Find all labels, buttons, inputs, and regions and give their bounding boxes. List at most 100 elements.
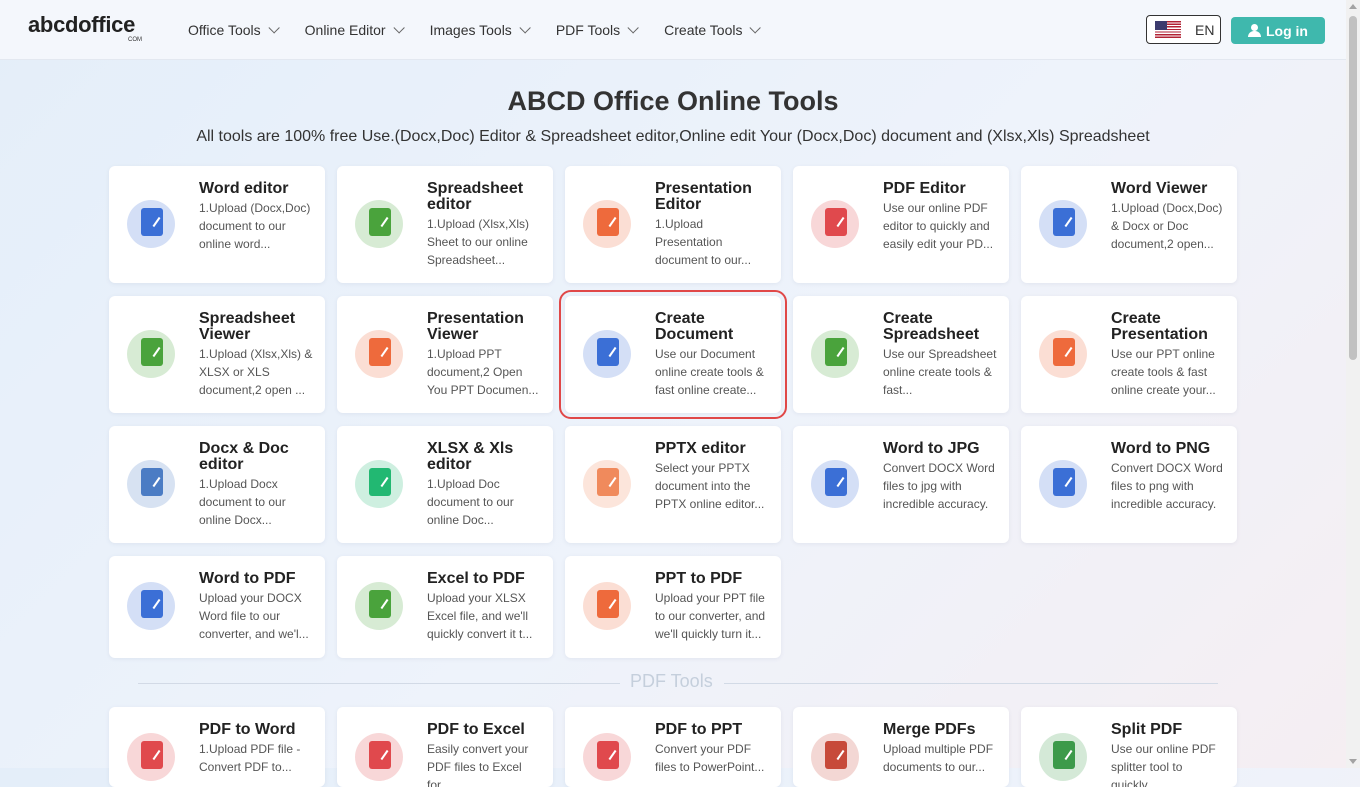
tool-card[interactable]: PDF Editor Use our online PDF editor to q… (793, 166, 1009, 283)
nav-office-tools[interactable]: Office Tools (188, 22, 280, 38)
tool-card[interactable]: Spreadsheet Viewer 1.Upload (Xlsx,Xls) & … (109, 296, 325, 413)
tool-card-title: Word editor (199, 180, 289, 197)
tool-card[interactable]: Presentation Editor 1.Upload Presentation… (565, 166, 781, 283)
chevron-down-icon (749, 22, 762, 34)
scroll-up-arrow-icon[interactable] (1349, 4, 1357, 9)
tool-card-title: Split PDF (1111, 721, 1183, 738)
tool-card[interactable]: PPTX editor Select your PPTX document int… (565, 426, 781, 543)
word-create-icon (583, 330, 631, 378)
tool-card-title: PPTX editor (655, 440, 746, 457)
nav-label: Online Editor (304, 22, 386, 38)
docx-edit-icon (127, 460, 175, 508)
pdf-to-ppt-icon (583, 733, 631, 781)
tool-card-description: Upload your XLSX Excel file, and we'll q… (427, 591, 533, 641)
tool-card-description: Convert your PDF files to PowerPoint... (655, 742, 765, 774)
tool-card[interactable]: Word editor 1.Upload (Docx,Doc) document … (109, 166, 325, 283)
scroll-thumb[interactable] (1349, 16, 1357, 360)
main-nav: Office Tools Online Editor Images Tools … (188, 0, 786, 60)
tool-card[interactable]: Word Viewer 1.Upload (Docx,Doc) & Docx or… (1021, 166, 1237, 283)
tool-card[interactable]: PPT to PDF Upload your PPT file to our co… (565, 556, 781, 658)
pdf-to-word-icon (127, 733, 175, 781)
nav-create-tools[interactable]: Create Tools (664, 22, 762, 38)
nav-label: Create Tools (664, 22, 743, 38)
tool-card[interactable]: PDF to PPT Convert your PDF files to Powe… (565, 707, 781, 787)
chevron-down-icon (627, 22, 639, 34)
excel-edit-icon (355, 200, 403, 248)
tool-card-title: Create Document (655, 310, 734, 343)
tool-card-description: 1.Upload Docx document to our online Doc… (199, 477, 286, 527)
tool-card[interactable]: PDF to Word 1.Upload PDF file - Convert P… (109, 707, 325, 787)
tool-card-title: PDF Editor (883, 180, 966, 197)
tool-card-title: Create Presentation (1111, 310, 1208, 343)
tool-card-description: Use our online PDF editor to quickly and… (883, 201, 994, 251)
page-subtitle: All tools are 100% free Use.(Docx,Doc) E… (196, 128, 1150, 145)
section-divider-right (724, 683, 1218, 684)
nav-online-editor[interactable]: Online Editor (304, 22, 405, 38)
tool-card-description: 1.Upload Presentation document to our... (655, 217, 752, 267)
page-title: ABCD Office Online Tools (507, 86, 839, 116)
tool-card[interactable]: Word to PNG Convert DOCX Word files to pn… (1021, 426, 1237, 543)
ppt-create-icon (1039, 330, 1087, 378)
word-to-pdf-icon (127, 582, 175, 630)
tool-card[interactable]: Word to PDF Upload your DOCX Word file to… (109, 556, 325, 658)
pptx-edit-icon (583, 460, 631, 508)
tool-card-title: Docx & Doc editor (199, 440, 289, 473)
tool-card-title: Word to PDF (199, 570, 296, 587)
split-pdf-icon (1039, 733, 1087, 781)
tool-card-description: 1.Upload (Xlsx,Xls) Sheet to our online … (427, 217, 530, 267)
tool-card[interactable]: Docx & Doc editor 1.Upload Docx document … (109, 426, 325, 543)
vertical-scrollbar[interactable] (1346, 0, 1360, 768)
chevron-down-icon (393, 22, 405, 34)
top-header: abcdoffice COM Office Tools Online Edito… (0, 0, 1346, 60)
pdf-to-excel-icon (355, 733, 403, 781)
tool-card-description: Use our Spreadsheet online create tools … (883, 347, 997, 397)
tool-card-description: 1.Upload PPT document,2 Open You PPT Doc… (427, 347, 539, 397)
tool-card-description: Use our PPT online create tools & fast o… (1111, 347, 1216, 397)
tool-card-description: Select your PPTX document into the PPTX … (655, 461, 765, 511)
scroll-down-arrow-icon[interactable] (1349, 759, 1357, 764)
login-label: Log in (1266, 22, 1308, 39)
tool-card[interactable]: PDF to Excel Easily convert your PDF file… (337, 707, 553, 787)
ppt-edit-icon (583, 200, 631, 248)
tool-card[interactable]: Create Spreadsheet Use our Spreadsheet on… (793, 296, 1009, 413)
tool-card[interactable]: Word to JPG Convert DOCX Word files to jp… (793, 426, 1009, 543)
site-logo[interactable]: abcdoffice COM (28, 13, 148, 47)
user-icon (1248, 24, 1261, 37)
tool-card-description: 1.Upload PDF file - Convert PDF to... (199, 742, 301, 774)
nav-pdf-tools[interactable]: PDF Tools (556, 22, 639, 38)
language-label: EN (1195, 21, 1215, 38)
tool-card[interactable]: Create Presentation Use our PPT online cr… (1021, 296, 1237, 413)
tool-card[interactable]: Split PDF Use our online PDF splitter too… (1021, 707, 1237, 787)
xlsx-edit-icon (355, 460, 403, 508)
tool-card[interactable]: Merge PDFs Upload multiple PDF documents … (793, 707, 1009, 787)
tool-card-description: Convert DOCX Word files to png with incr… (1111, 461, 1223, 511)
tool-card-description: 1.Upload Doc document to our online Doc.… (427, 477, 514, 527)
tool-card[interactable]: Presentation Viewer 1.Upload PPT document… (337, 296, 553, 413)
tool-card-description: 1.Upload (Xlsx,Xls) & XLSX or XLS docume… (199, 347, 313, 397)
tool-card-title: Merge PDFs (883, 721, 976, 738)
tool-card-description: 1.Upload (Docx,Doc) document to our onli… (199, 201, 311, 251)
tool-card-title: PDF to PPT (655, 721, 743, 738)
excel-view-icon (127, 330, 175, 378)
excel-to-pdf-icon (355, 582, 403, 630)
tool-card[interactable]: Excel to PDF Upload your XLSX Excel file,… (337, 556, 553, 658)
tool-card[interactable]: XLSX & Xls editor 1.Upload Doc document t… (337, 426, 553, 543)
tool-card[interactable]: Create Document Use our Document online c… (559, 290, 787, 419)
ppt-to-pdf-icon (583, 582, 631, 630)
tool-card-description: Easily convert your PDF files to Excel f… (427, 742, 529, 787)
tool-card-title: Word Viewer (1111, 180, 1208, 197)
tool-card-description: Upload your DOCX Word file to our conver… (199, 591, 309, 641)
language-selector[interactable]: EN (1146, 15, 1221, 44)
tool-card-title: Presentation Editor (655, 180, 752, 213)
logo-subtext: COM (128, 37, 142, 43)
word-edit-icon (127, 200, 175, 248)
tool-card-description: Use our Document online create tools & f… (655, 347, 764, 397)
nav-images-tools[interactable]: Images Tools (430, 22, 531, 38)
tool-card[interactable]: Spreadsheet editor 1.Upload (Xlsx,Xls) Sh… (337, 166, 553, 283)
chevron-down-icon (268, 22, 280, 34)
us-flag-icon (1155, 21, 1181, 38)
tool-card-title: Presentation Viewer (427, 310, 524, 343)
login-button[interactable]: Log in (1231, 17, 1325, 44)
tool-card-title: Spreadsheet Viewer (199, 310, 296, 343)
tool-card-title: XLSX & Xls editor (427, 440, 514, 473)
